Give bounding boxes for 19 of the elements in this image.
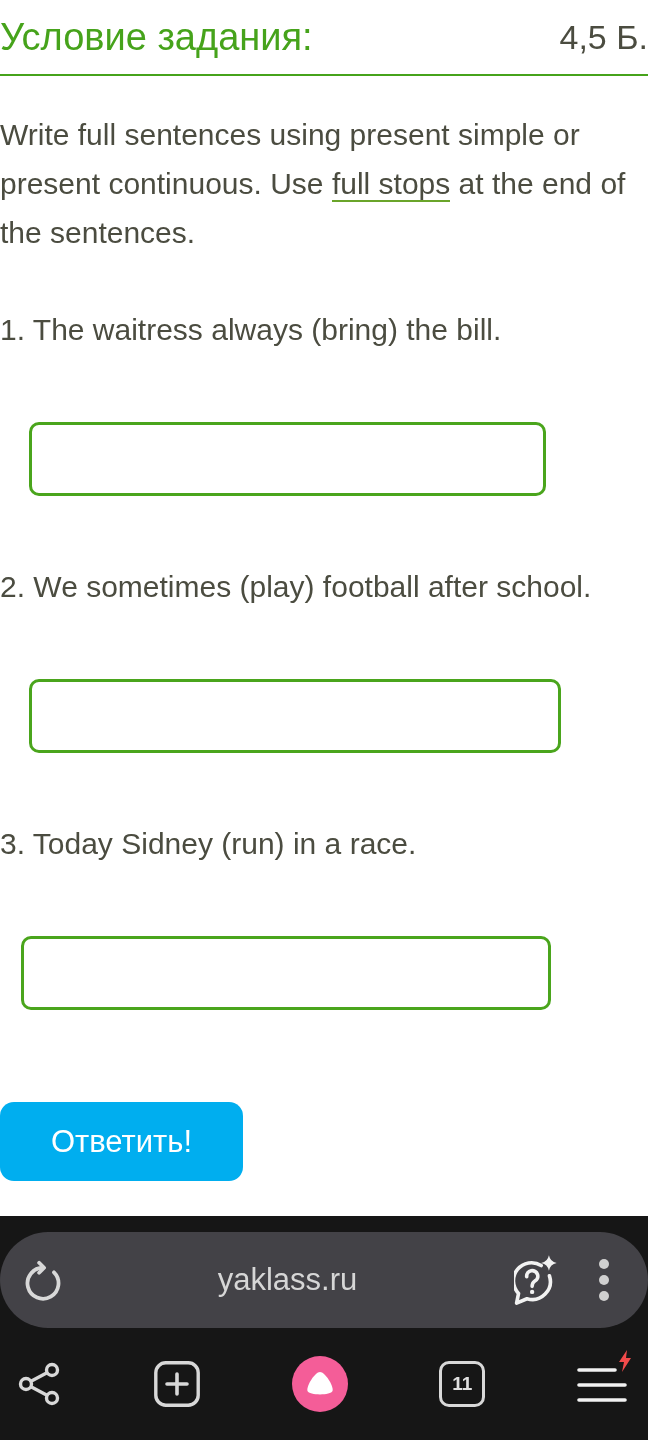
answer-field[interactable] xyxy=(29,679,561,753)
menu-icon[interactable] xyxy=(577,1366,627,1402)
exercise-text: 3. Today Sidney (run) in a race. xyxy=(0,826,418,862)
share-icon[interactable] xyxy=(18,1362,62,1406)
answer-field[interactable] xyxy=(29,422,546,496)
task-title: Условие задания: xyxy=(0,15,313,59)
reload-icon[interactable] xyxy=(25,1259,61,1301)
more-options-icon[interactable] xyxy=(598,1258,610,1302)
tab-count-button[interactable]: 11 xyxy=(439,1361,486,1407)
exercise-text: 2. We sometimes (play) football after school. xyxy=(0,569,593,605)
instruction-text: Write full sentences using present simple or present continuous. Use full stops at the end of the sentences. xyxy=(0,117,627,251)
exercise-text: 1. The waitress always (bring) the bill. xyxy=(0,312,503,348)
answer-field[interactable] xyxy=(21,936,551,1010)
points-label: 4,5 Б. xyxy=(559,17,648,57)
rounded-triangle-logo-icon[interactable] xyxy=(291,1356,348,1412)
lightning-icon xyxy=(619,1350,631,1372)
plus-square-icon[interactable] xyxy=(153,1361,200,1407)
url-text[interactable]: yaklass.ru xyxy=(61,1262,514,1298)
term-link[interactable]: full stops xyxy=(331,167,451,202)
